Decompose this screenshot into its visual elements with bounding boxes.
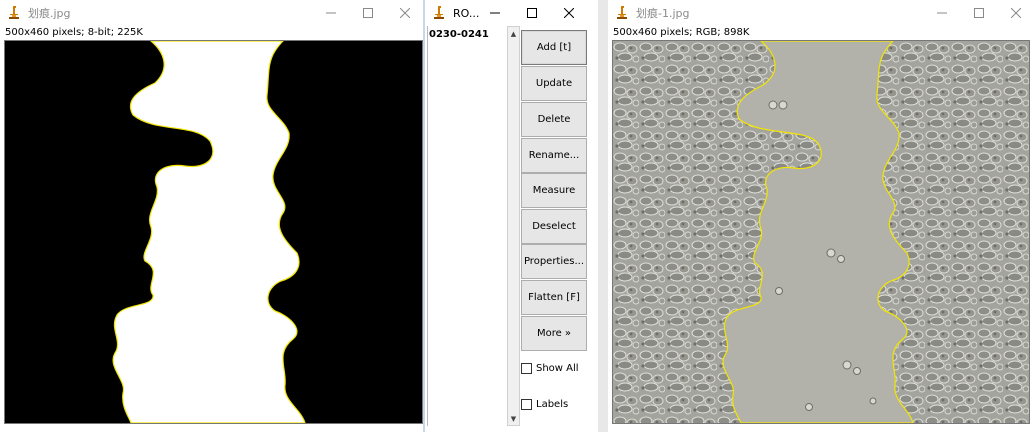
roi-list-item[interactable]: 0230-0241 xyxy=(429,29,489,40)
microscopy-image xyxy=(613,41,1029,423)
window-controls xyxy=(476,0,587,26)
delete-button[interactable]: Delete xyxy=(521,102,587,137)
show-all-checkbox[interactable] xyxy=(521,363,532,374)
show-all-checkbox-row[interactable]: Show All xyxy=(521,363,579,374)
flatten-button[interactable]: Flatten [F] xyxy=(521,280,587,315)
maximize-button[interactable] xyxy=(513,0,550,26)
window-controls xyxy=(312,0,423,26)
window-title: 划痕.jpg xyxy=(28,7,71,20)
close-button[interactable] xyxy=(550,0,587,26)
minimize-button[interactable] xyxy=(312,0,349,26)
image-canvas-microscopy[interactable] xyxy=(612,40,1030,424)
image-window-microscopy: 划痕-1.jpg 500x460 pixels; RGB; 898K xyxy=(608,0,1034,432)
image-info: 500x460 pixels; 8-bit; 225K xyxy=(5,27,143,38)
roi-list-scrollbar[interactable]: ▲ ▼ xyxy=(507,26,520,426)
more-button[interactable]: More » xyxy=(521,316,587,351)
window-controls xyxy=(923,0,1034,26)
close-button[interactable] xyxy=(386,0,423,26)
maximize-button[interactable] xyxy=(349,0,386,26)
roi-manager-window: RO... 0230-0241 ▲ ▼ Add [t] Update Delet… xyxy=(425,0,597,432)
imagej-microscope-icon xyxy=(434,6,444,19)
roi-list[interactable]: 0230-0241 xyxy=(427,26,518,426)
image-window-mask: 划痕.jpg 500x460 pixels; 8-bit; 225K xyxy=(0,0,423,432)
scroll-up-arrow-icon[interactable]: ▲ xyxy=(508,27,519,40)
deselect-button[interactable]: Deselect xyxy=(521,209,587,244)
labels-label: Labels xyxy=(536,399,569,410)
window-title: 划痕-1.jpg xyxy=(636,7,690,20)
rename-button[interactable]: Rename... xyxy=(521,138,587,173)
scroll-down-arrow-icon[interactable]: ▼ xyxy=(508,412,519,425)
maximize-button[interactable] xyxy=(960,0,997,26)
window-divider xyxy=(598,0,608,432)
close-button[interactable] xyxy=(997,0,1034,26)
minimize-button[interactable] xyxy=(476,0,513,26)
measure-button[interactable]: Measure xyxy=(521,173,587,208)
add-button[interactable]: Add [t] xyxy=(521,30,587,65)
imagej-microscope-icon xyxy=(617,6,627,19)
labels-checkbox-row[interactable]: Labels xyxy=(521,399,568,410)
image-canvas-mask[interactable] xyxy=(4,40,423,424)
properties-button[interactable]: Properties... xyxy=(521,244,587,279)
minimize-button[interactable] xyxy=(923,0,960,26)
labels-checkbox[interactable] xyxy=(521,399,532,410)
show-all-label: Show All xyxy=(536,363,579,374)
imagej-microscope-icon xyxy=(9,6,19,19)
mask-image xyxy=(5,41,422,423)
update-button[interactable]: Update xyxy=(521,66,587,101)
image-info: 500x460 pixels; RGB; 898K xyxy=(613,27,750,38)
